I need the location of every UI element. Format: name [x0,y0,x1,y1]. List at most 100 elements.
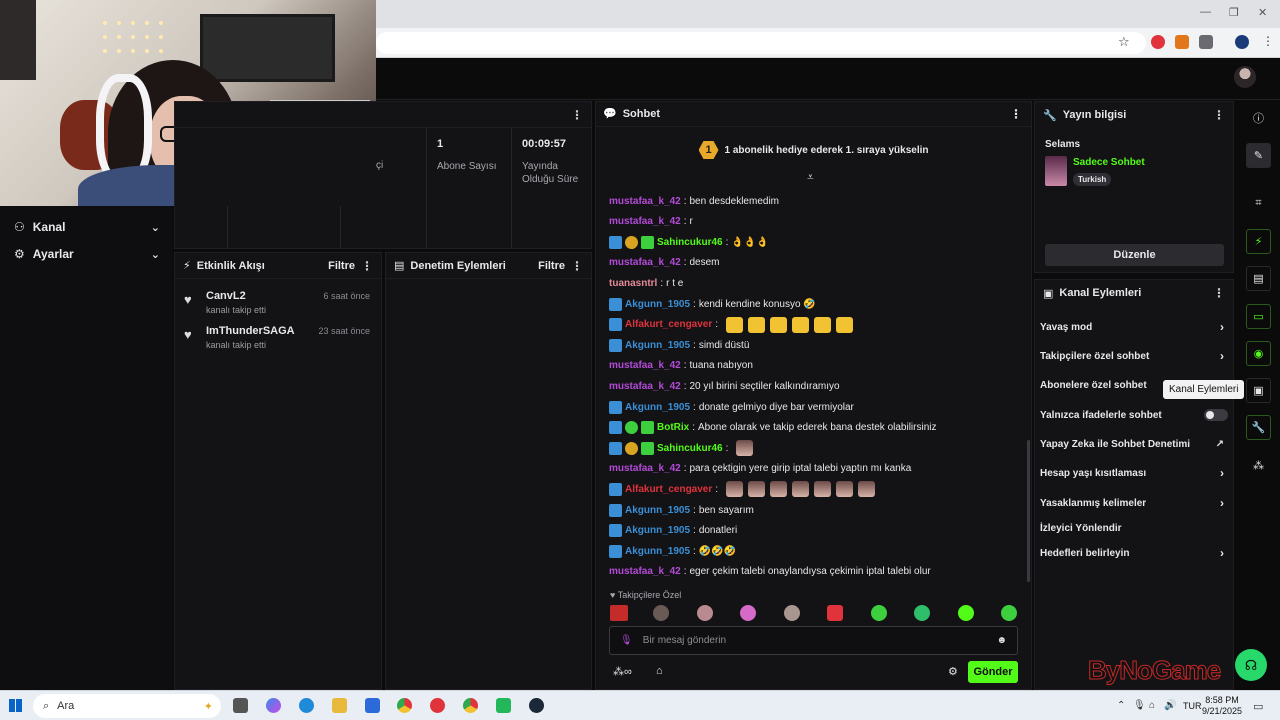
chat-username[interactable]: mustafaa_k_42 [609,566,681,577]
stream-category[interactable]: Sadece Sohbet [1073,157,1145,168]
scroll-to-bottom-icon[interactable]: ⩡ [807,170,814,185]
emoji-icon[interactable]: ☻ [996,635,1007,646]
chat-username[interactable]: Sahincukur46 [657,237,723,248]
chat-username[interactable]: Sahincukur46 [657,443,723,454]
chat-username[interactable]: Akgunn_1905 [625,546,690,557]
avatar[interactable] [1234,66,1256,88]
more-options-icon[interactable]: ⋮ [571,108,583,122]
sub-gift-banner[interactable]: 1 1 abonelik hediye ederek 1. sıraya yük… [596,130,1031,170]
chat-username[interactable]: mustafaa_k_42 [609,196,681,207]
chat-user-avatar[interactable] [610,605,628,621]
chat-user-avatar[interactable] [1001,605,1017,621]
windows-start-icon[interactable] [9,699,22,712]
channel-action-item[interactable]: Yavaş mod › [1040,320,1228,334]
chat-emote[interactable] [792,481,810,498]
chat-bubble-icon[interactable]: ▭ [1246,304,1271,329]
chat-username[interactable]: Alfakurt_cengaver [625,319,712,330]
list-item[interactable]: ♥ ImThunderSAGA kanalı takip etti 23 saa… [184,325,370,350]
chat-message[interactable]: tuanasntrl: r t e [609,275,1019,291]
chat-username[interactable]: mustafaa_k_42 [609,463,681,474]
chat-message[interactable]: Akgunn_1905: donate gelmiyo diye bar verm… [609,399,1019,415]
extensions-puzzle-icon[interactable] [1199,35,1213,49]
chat-username[interactable]: tuanasntrl [609,278,657,289]
address-bar[interactable] [376,32,1146,54]
chat-username[interactable]: Akgunn_1905 [625,299,690,310]
chat-user-avatar[interactable] [653,605,669,621]
wrench-icon[interactable]: 🔧 [1246,415,1271,440]
channel-action-item[interactable]: Hedefleri belirleyin › [1040,546,1228,560]
dashboard-icon[interactable]: ▣ [1246,378,1271,403]
close-icon[interactable]: ✕ [1258,6,1267,19]
chat-emote[interactable] [858,481,876,498]
help-headset-icon[interactable]: ☊ [1235,649,1267,681]
taskbar-clock[interactable]: 8:58 PM 9/21/2025 [1200,695,1244,717]
chat-message[interactable]: Sahincukur46: 👌👌👌 [609,234,1019,250]
chat-username[interactable]: Akgunn_1905 [625,402,690,413]
add-widget-icon[interactable]: ⁂ [1246,453,1271,478]
chat-emote[interactable] [792,316,810,333]
chat-message[interactable]: Alfakurt_cengaver: [609,316,1019,333]
taskbar-search[interactable]: ⌕ Ara ✦ [33,694,221,718]
filter-button[interactable]: Filtre [328,260,355,272]
info-icon[interactable]: ⓘ [1246,105,1271,130]
chat-emote[interactable] [770,316,788,333]
channel-action-item[interactable]: Yalnızca ifadelerle sohbet [1040,408,1228,422]
sidebar-item-kanal[interactable]: ⚇ Kanal ⌄ [14,220,160,234]
adblock-extension-icon[interactable] [1151,35,1165,49]
chat-message[interactable]: mustafaa_k_42: eger çekim talebi onayland… [609,564,1019,580]
bolt-icon[interactable]: ⚡ [1246,229,1271,254]
chat-emote[interactable] [814,316,832,333]
more-options-icon[interactable]: ⋮ [571,259,583,273]
chat-user-avatar[interactable] [784,605,800,621]
chat-message[interactable]: Akgunn_1905: donatleri [609,523,1019,539]
chat-message[interactable]: Alfakurt_cengaver: [609,481,1019,498]
chat-message[interactable]: Akgunn_1905: ben sayarım [609,502,1019,518]
restore-icon[interactable]: ❐ [1229,6,1239,19]
chat-emote[interactable] [836,481,854,498]
store-icon[interactable]: ⌂ [656,665,663,677]
more-options-icon[interactable]: ⋮ [1213,108,1225,122]
chat-username[interactable]: Akgunn_1905 [625,505,690,516]
chat-emote[interactable] [726,481,744,498]
chat-user-avatar[interactable] [740,605,756,621]
chat-user-avatar[interactable] [827,605,843,621]
microphone-icon[interactable]: 🎙 [1133,700,1146,711]
chrome-icon[interactable] [397,698,412,713]
crop-icon[interactable]: ⌗ [1246,191,1271,216]
chat-input[interactable]: 🎙 Bir mesaj gönderin ☻ [609,626,1018,655]
chat-emote[interactable] [770,481,788,498]
browser-menu-icon[interactable]: ⋮ [1262,34,1274,48]
chat-username[interactable]: mustafaa_k_42 [609,257,681,268]
opera-icon[interactable] [430,698,445,713]
network-icon[interactable]: ⌂ [1149,700,1155,711]
more-options-icon[interactable]: ⋮ [1010,107,1022,121]
chat-message[interactable]: Akgunn_1905: simdi düstü [609,337,1019,353]
metamask-extension-icon[interactable] [1175,35,1189,49]
chat-message[interactable]: mustafaa_k_42:20 yıl birini seçtiler kal… [609,378,1019,394]
notifications-icon[interactable]: ▭ [1253,700,1263,713]
chrome-icon[interactable] [463,698,478,713]
chat-emote[interactable] [836,316,854,333]
microphone-icon[interactable]: 🎙 [620,635,633,646]
channel-action-item[interactable]: İzleyici Yönlendir [1040,521,1228,535]
copilot-icon[interactable] [266,698,281,713]
chat-emote[interactable] [748,316,766,333]
chat-user-avatar[interactable] [958,605,974,621]
filter-button[interactable]: Filtre [538,260,565,272]
chat-username[interactable]: Alfakurt_cengaver [625,484,712,495]
chat-message[interactable]: mustafaa_k_42: desem [609,255,1019,271]
store-icon[interactable] [365,698,380,713]
chat-username[interactable]: BotRix [657,422,689,433]
chat-emote[interactable] [736,440,754,457]
more-options-icon[interactable]: ⋮ [361,259,373,273]
chat-message[interactable]: mustafaa_k_42: r [609,214,1019,230]
volume-icon[interactable]: 🔊 [1164,700,1176,711]
chat-user-avatar[interactable] [697,605,713,621]
chat-username[interactable]: mustafaa_k_42 [609,360,681,371]
broadcast-icon[interactable]: ◉ [1246,341,1271,366]
channel-action-item[interactable]: Hesap yaşı kısıtlaması › [1040,466,1228,480]
chat-message[interactable]: Sahincukur46: [609,440,1019,457]
edge-icon[interactable] [299,698,314,713]
channel-points-icon[interactable]: ⁂∞ [613,665,632,678]
chat-message[interactable]: Akgunn_1905: kendi kendine konusyo 🤣 [609,296,1019,312]
